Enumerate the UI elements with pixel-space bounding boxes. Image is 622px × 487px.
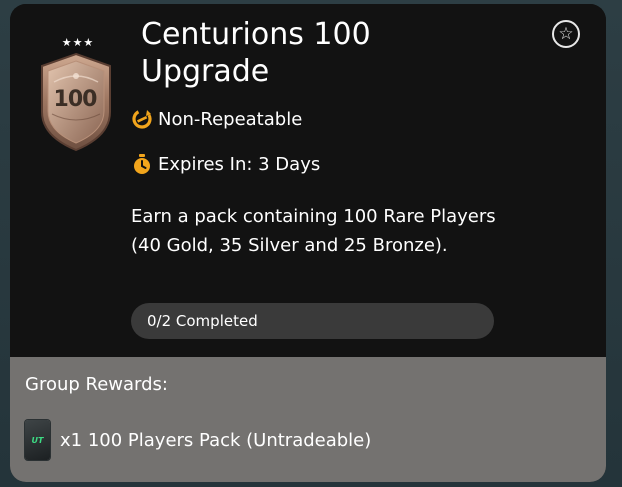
objective-title: Centurions 100 Upgrade xyxy=(141,16,501,90)
objective-card[interactable]: ★★★ 100 Centurions 100 Upgrade ☆ Non-Rep… xyxy=(10,4,606,482)
progress-label: 0/2 Completed xyxy=(147,312,258,330)
group-rewards-label: Group Rewards: xyxy=(25,374,168,395)
objective-description: Earn a pack containing 100 Rare Players … xyxy=(131,206,496,256)
objective-details: ★★★ 100 Centurions 100 Upgrade ☆ Non-Rep… xyxy=(10,4,606,357)
objective-badge: ★★★ 100 xyxy=(36,34,116,154)
repeat-icon xyxy=(132,109,152,129)
expiry-label: Expires In: 3 Days xyxy=(158,153,321,175)
pack-icon: UT xyxy=(25,420,50,460)
title-line-1: Centurions 100 xyxy=(141,17,371,52)
background: ★★★ 100 Centurions 100 Upgrade ☆ Non-Rep… xyxy=(0,0,622,487)
reward-label: x1 100 Players Pack (Untradeable) xyxy=(60,429,372,451)
pack-logo: UT xyxy=(31,435,44,445)
badge-stars: ★★★ xyxy=(61,36,95,49)
favorite-button[interactable]: ☆ xyxy=(552,20,580,48)
repeat-status: Non-Repeatable xyxy=(131,108,302,130)
title-line-2: Upgrade xyxy=(141,54,270,89)
repeat-label: Non-Repeatable xyxy=(158,108,303,130)
reward-item[interactable]: UT x1 100 Players Pack (Untradeable) xyxy=(25,420,371,460)
badge-number: 100 xyxy=(53,87,98,112)
star-outline-icon: ☆ xyxy=(558,23,574,44)
expiry-status: Expires In: 3 Days xyxy=(131,153,320,175)
progress-bar: 0/2 Completed xyxy=(131,303,494,339)
stopwatch-icon xyxy=(134,154,150,174)
